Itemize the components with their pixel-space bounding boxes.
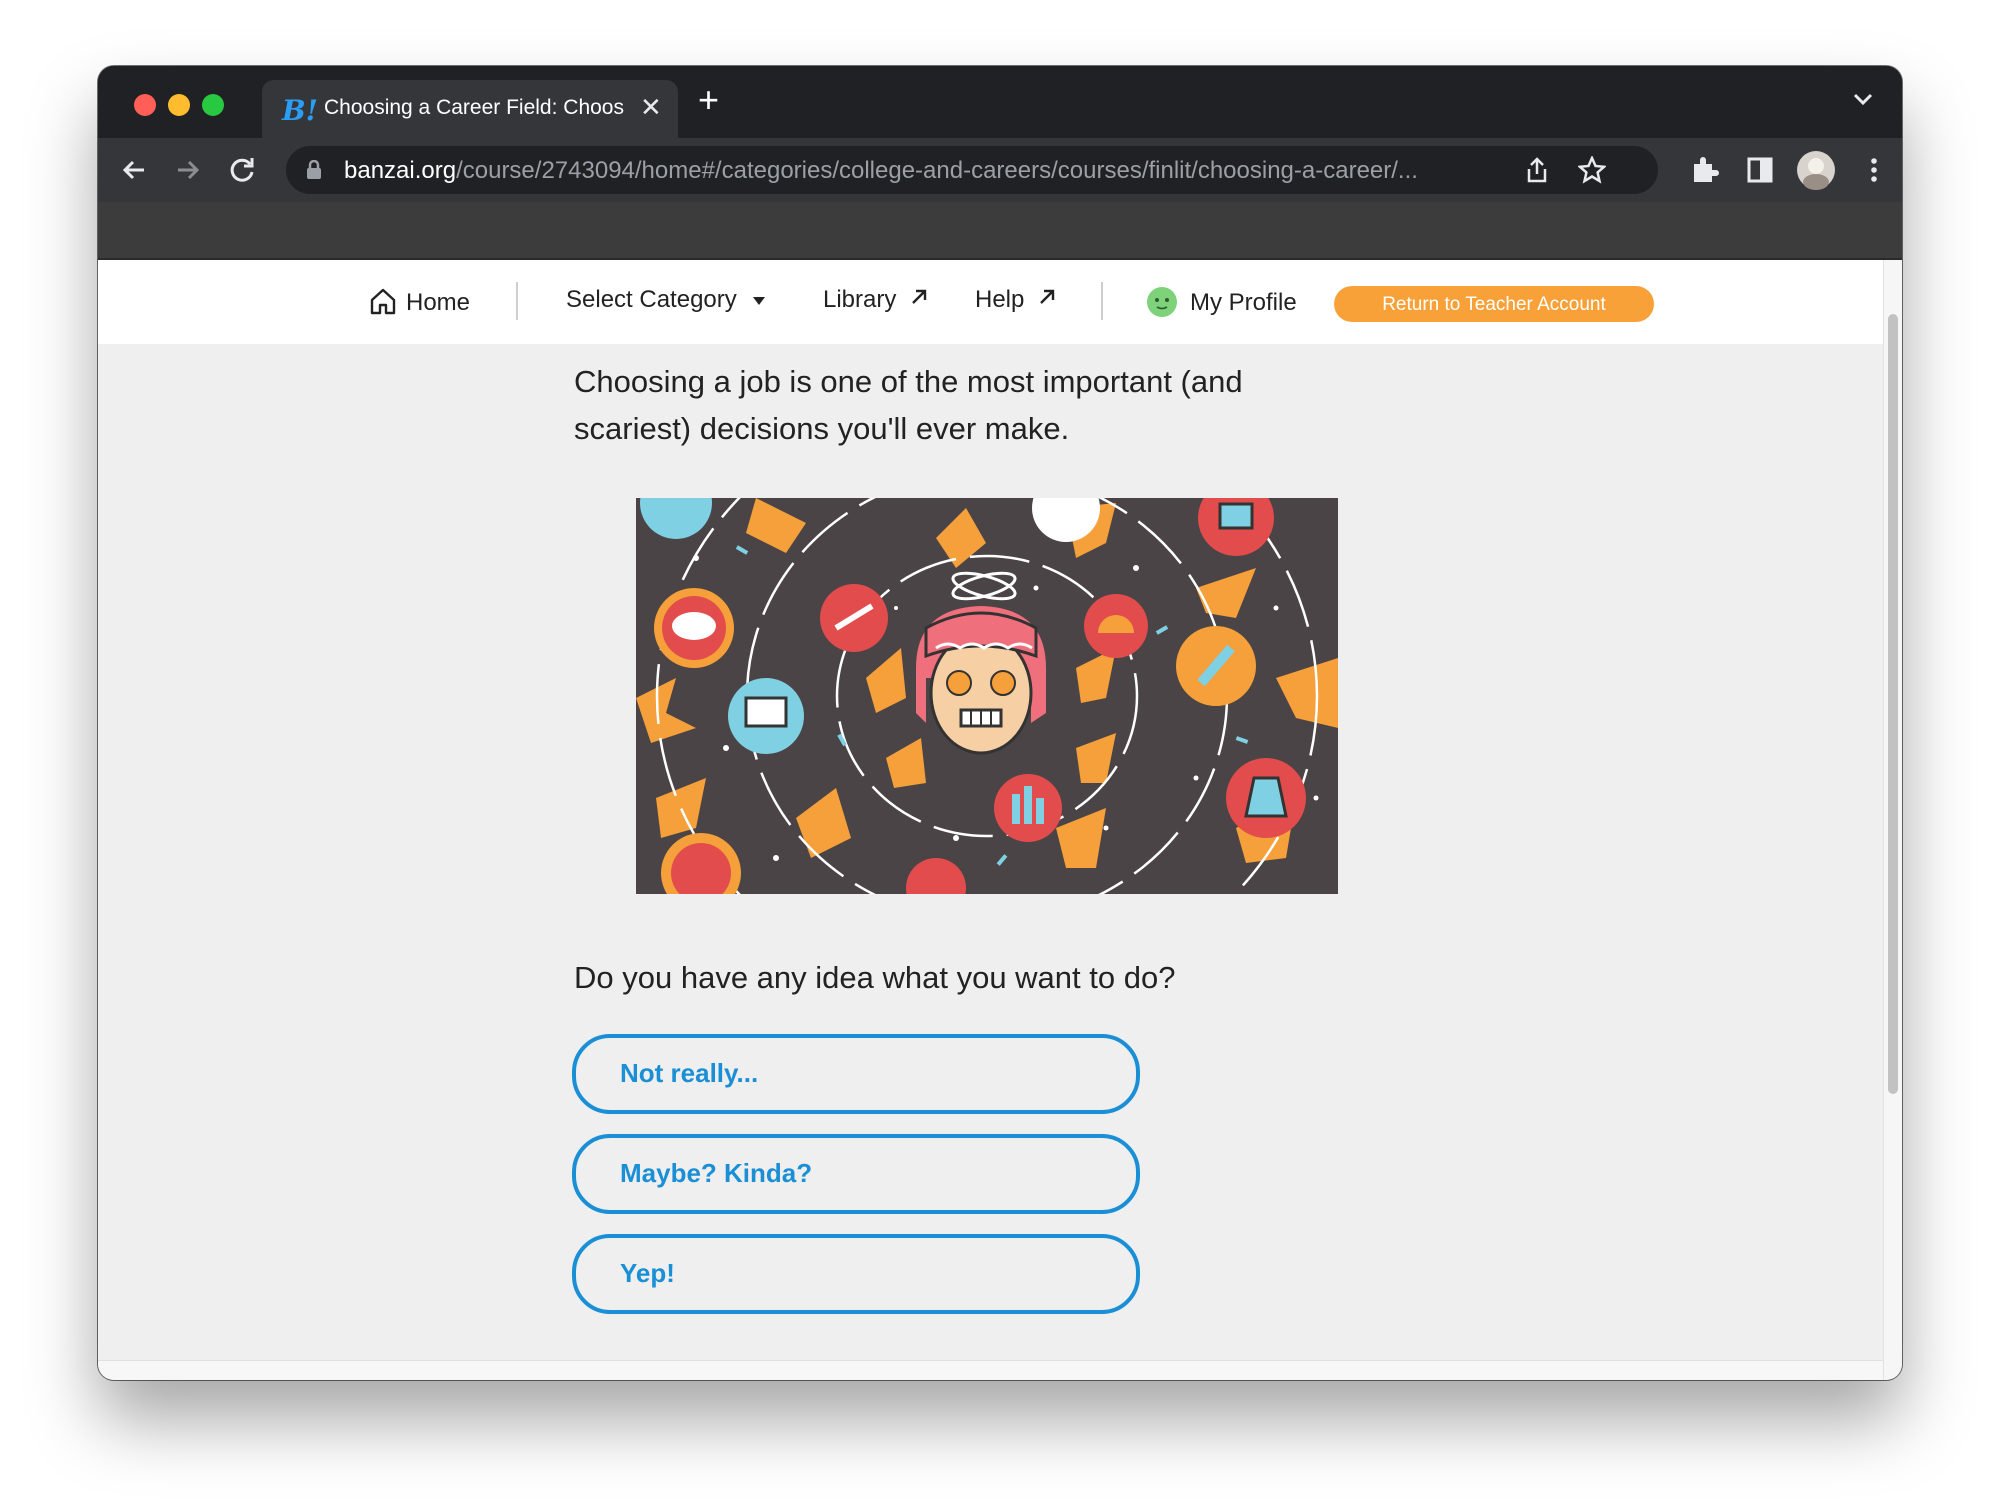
forward-arrow-icon[interactable] [172,154,204,186]
tab-active[interactable]: B! Choosing a Career Field: Choos ✕ [262,80,678,138]
answer-option[interactable]: Maybe? Kinda? [572,1134,1140,1214]
answer-label: Not really... [620,1058,759,1088]
new-tab-icon[interactable]: + [698,82,719,118]
profile-monster-icon [1147,287,1177,317]
site-nav: Home Select Category Library Help My Pro… [98,260,1884,344]
nav-divider [1101,282,1103,320]
url-host: banzai.org [344,157,457,184]
extensions-puzzle-icon[interactable] [1688,154,1720,186]
external-link-arrow-icon [1040,289,1055,304]
nav-my-profile-label: My Profile [1190,289,1297,316]
maximize-window-button[interactable] [202,94,224,116]
return-to-teacher-button[interactable]: Return to Teacher Account [1334,286,1654,322]
side-panel-icon[interactable] [1744,154,1776,186]
tab-title: Choosing a Career Field: Choos [324,96,624,119]
page-footer-strip [98,1360,1884,1380]
answer-label: Yep! [620,1258,675,1288]
nav-home-label: Home [406,289,471,316]
profile-avatar[interactable] [1796,150,1836,190]
reload-icon[interactable] [226,154,258,186]
answer-label: Maybe? Kinda? [620,1158,813,1188]
nav-library[interactable]: Library [823,286,929,314]
nav-help[interactable]: Help [975,286,1057,314]
close-window-button[interactable] [134,94,156,116]
intro-text: Choosing a job is one of the most import… [574,358,1334,452]
url-path: /course/2743094/home#/categories/college… [456,157,1418,184]
browser-window: B! Choosing a Career Field: Choos ✕ + ba… [98,66,1902,1380]
caret-down-icon [753,297,766,305]
tab-close-icon[interactable]: ✕ [640,92,662,123]
bookmarks-bar [98,202,1902,260]
nav-my-profile[interactable]: My Profile [1146,286,1297,318]
tab-bar: B! Choosing a Career Field: Choos ✕ + [98,66,1902,138]
question-text: Do you have any idea what you want to do… [574,960,1176,995]
browser-toolbar: banzai.org/course/2743094/home#/categori… [98,138,1902,202]
external-link-arrow-icon [912,289,927,304]
answer-option[interactable]: Not really... [572,1034,1140,1114]
favicon-icon: B! [282,94,318,127]
url-text[interactable]: banzai.org/course/2743094/home#/categori… [344,157,1504,185]
nav-library-label: Library [823,286,897,313]
nav-select-category[interactable]: Select Category [566,286,767,314]
back-arrow-icon[interactable] [118,154,150,186]
page-content: Home Select Category Library Help My Pro… [98,260,1902,1380]
more-menu-icon[interactable] [1858,154,1890,186]
intro-line-2: scariest) decisions you'll ever make. [574,411,1070,446]
lock-icon [307,160,321,179]
page-scrollbar[interactable] [1883,260,1902,1380]
career-illustration [636,498,1338,894]
home-icon [370,288,396,315]
intro-line-1: Choosing a job is one of the most import… [574,364,1243,399]
minimize-window-button[interactable] [168,94,190,116]
nav-select-category-label: Select Category [566,286,737,313]
tab-search-chevron-icon[interactable] [1852,92,1874,106]
bookmark-star-icon[interactable] [1578,156,1606,184]
answer-option[interactable]: Yep! [572,1234,1140,1314]
scrollbar-thumb[interactable] [1888,314,1898,1094]
nav-help-label: Help [975,286,1025,313]
nav-home[interactable]: Home [368,286,470,317]
share-icon[interactable] [1524,156,1550,184]
address-bar[interactable]: banzai.org/course/2743094/home#/categori… [286,146,1658,194]
nav-divider [516,282,518,320]
